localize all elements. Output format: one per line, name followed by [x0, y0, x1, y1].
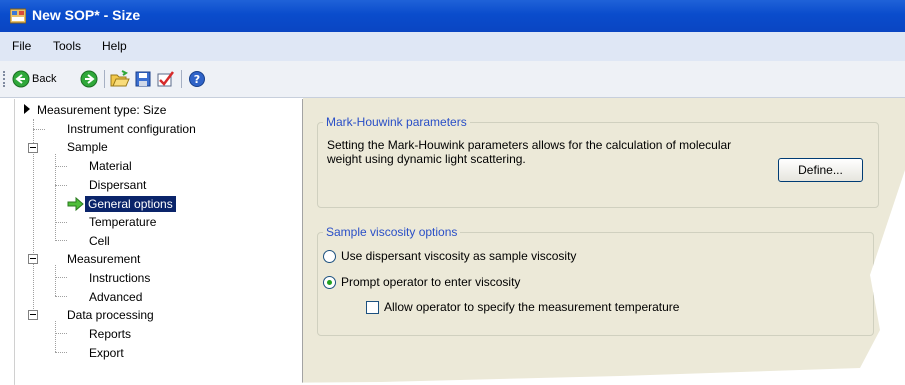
help-button[interactable]: ?	[188, 69, 206, 89]
allow-temperature-checkbox[interactable]	[366, 301, 379, 314]
collapse-measurement-icon[interactable]	[28, 254, 38, 264]
radio-prompt-viscosity-label[interactable]: Prompt operator to enter viscosity	[341, 275, 520, 289]
mark-houwink-description-line1: Setting the Mark-Houwink parameters allo…	[327, 138, 732, 152]
app-icon	[10, 8, 26, 24]
current-page-arrow-icon	[67, 196, 84, 212]
tree-item-reports[interactable]: Reports	[89, 326, 131, 342]
tree-connector	[55, 185, 67, 187]
collapse-data-processing-icon[interactable]	[28, 310, 38, 320]
allow-temperature-label[interactable]: Allow operator to specify the measuremen…	[384, 300, 679, 314]
open-folder-icon	[110, 70, 130, 87]
back-button[interactable]: Back	[12, 69, 56, 89]
general-options-panel: Mark-Houwink parameters Setting the Mark…	[303, 98, 905, 385]
tree-connector	[55, 222, 67, 224]
sop-navigation-tree: Measurement type: Size Instrument config…	[14, 99, 303, 385]
define-button[interactable]: Define...	[778, 158, 863, 182]
help-question-icon: ?	[189, 71, 205, 87]
tree-item-general-options[interactable]: General options	[85, 196, 176, 212]
radio-dispersant-viscosity[interactable]	[323, 250, 336, 263]
tree-item-measurement[interactable]: Measurement	[67, 251, 140, 267]
tree-connector	[55, 240, 67, 242]
window-title: New SOP* - Size	[32, 7, 141, 23]
tree-root-measurement-type[interactable]: Measurement type: Size	[37, 102, 166, 118]
tree-connector	[55, 265, 57, 296]
menu-bar: File Tools Help	[0, 32, 905, 61]
tree-connector	[55, 352, 67, 354]
toolbar: Back ?	[0, 61, 905, 98]
tree-item-instructions[interactable]: Instructions	[89, 270, 150, 286]
tree-connector	[55, 296, 67, 298]
validate-button[interactable]	[156, 69, 176, 89]
mark-houwink-description-line2: weight using dynamic light scattering.	[327, 152, 526, 166]
save-button[interactable]	[134, 69, 152, 89]
title-bar: New SOP* - Size	[0, 0, 905, 32]
tree-item-instrument-configuration[interactable]: Instrument configuration	[67, 121, 196, 137]
menu-help[interactable]: Help	[102, 39, 127, 53]
check-validate-icon	[157, 71, 174, 87]
back-arrow-icon	[12, 70, 30, 88]
menu-tools[interactable]: Tools	[53, 39, 81, 53]
tree-item-sample[interactable]: Sample	[67, 139, 108, 155]
forward-arrow-icon	[80, 70, 98, 88]
radio-prompt-viscosity[interactable]	[323, 276, 336, 289]
tree-connector	[33, 129, 45, 131]
tree-item-dispersant[interactable]: Dispersant	[89, 177, 146, 193]
mark-houwink-title: Mark-Houwink parameters	[323, 115, 470, 129]
toolbar-separator	[181, 70, 182, 88]
sop-window: New SOP* - Size File Tools Help Back ? M…	[0, 0, 905, 385]
tree-connector	[55, 277, 67, 279]
toolbar-separator	[104, 70, 105, 88]
collapse-sample-icon[interactable]	[28, 143, 38, 153]
tree-item-cell[interactable]: Cell	[89, 233, 110, 249]
toolbar-grip[interactable]	[3, 71, 7, 87]
tree-item-advanced[interactable]: Advanced	[89, 289, 142, 305]
tree-item-temperature[interactable]: Temperature	[89, 214, 156, 230]
tree-item-data-processing[interactable]: Data processing	[67, 307, 154, 323]
tree-item-export[interactable]: Export	[89, 345, 124, 361]
back-label: Back	[32, 73, 57, 85]
save-disk-icon	[135, 71, 151, 87]
tree-connector	[55, 321, 57, 352]
open-button[interactable]	[110, 69, 130, 89]
menu-file[interactable]: File	[12, 39, 31, 53]
radio-selected-dot	[327, 280, 332, 285]
tree-connector	[55, 166, 67, 168]
radio-dispersant-viscosity-label[interactable]: Use dispersant viscosity as sample visco…	[341, 249, 576, 263]
tree-connector	[55, 333, 67, 335]
caret-right-icon	[24, 104, 30, 114]
tree-item-material[interactable]: Material	[89, 158, 132, 174]
sample-viscosity-title: Sample viscosity options	[323, 225, 461, 239]
svg-text:?: ?	[194, 73, 200, 86]
forward-button[interactable]	[80, 69, 98, 89]
